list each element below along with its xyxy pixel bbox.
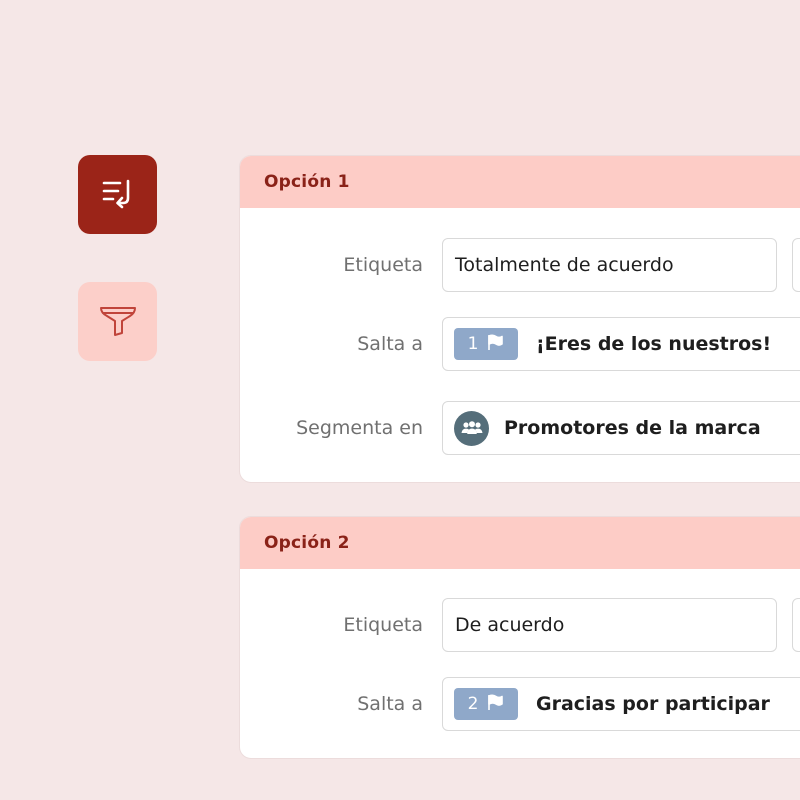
flag-icon	[486, 693, 504, 716]
option-card-1: Opción 1 Etiqueta Totalmente de acuerdo …	[239, 155, 800, 483]
label-input[interactable]: Totalmente de acuerdo	[442, 238, 777, 292]
flag-icon	[486, 333, 504, 356]
jump-caption: Salta a	[357, 333, 423, 355]
segment-row: Segmenta en Promotores de la marca	[240, 401, 800, 455]
label-input-value: De acuerdo	[455, 614, 565, 636]
step-badge: 2	[454, 688, 518, 720]
option-title: Opción 2	[264, 533, 350, 553]
step-badge: 1	[454, 328, 518, 360]
label-row: Etiqueta De acuerdo	[240, 598, 800, 652]
step-number: 1	[467, 334, 479, 354]
logic-editor: Opción 1 Etiqueta Totalmente de acuerdo …	[0, 0, 800, 800]
filter-icon	[97, 299, 139, 345]
segment-select[interactable]: Promotores de la marca	[442, 401, 800, 455]
segment-value: Promotores de la marca	[504, 417, 761, 439]
secondary-field[interactable]	[792, 598, 800, 652]
jump-to-select[interactable]: 1 ¡Eres de los nuestros!	[442, 317, 800, 371]
segment-filter-button[interactable]	[78, 282, 157, 361]
group-icon	[454, 410, 489, 446]
option-card-2: Opción 2 Etiqueta De acuerdo Salta a 2 G…	[239, 516, 800, 759]
label-input-value: Totalmente de acuerdo	[455, 254, 674, 276]
secondary-field[interactable]	[792, 238, 800, 292]
logic-jump-button[interactable]	[78, 155, 157, 234]
option-card-header: Opción 1	[240, 156, 800, 208]
jump-target: ¡Eres de los nuestros!	[536, 333, 772, 355]
label-row: Etiqueta Totalmente de acuerdo	[240, 238, 800, 292]
logic-jump-icon	[101, 176, 135, 214]
label-caption: Etiqueta	[343, 254, 423, 276]
jump-to-select[interactable]: 2 Gracias por participar	[442, 677, 800, 731]
jump-caption: Salta a	[357, 693, 423, 715]
segment-caption: Segmenta en	[296, 417, 423, 439]
label-input[interactable]: De acuerdo	[442, 598, 777, 652]
jump-row: Salta a 1 ¡Eres de los nuestros!	[240, 317, 800, 371]
option-card-header: Opción 2	[240, 517, 800, 569]
option-title: Opción 1	[264, 172, 350, 192]
label-caption: Etiqueta	[343, 614, 423, 636]
step-number: 2	[467, 694, 479, 714]
jump-target: Gracias por participar	[536, 693, 770, 715]
jump-row: Salta a 2 Gracias por participar	[240, 677, 800, 731]
